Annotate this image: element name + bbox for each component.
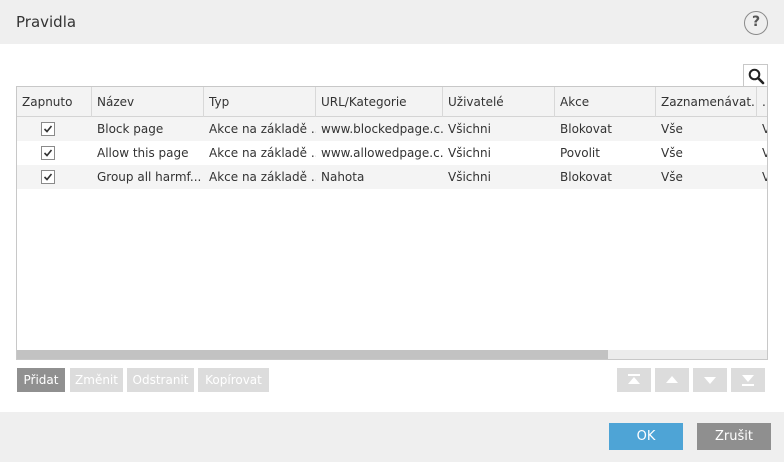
column-header-enabled[interactable]: Zapnuto — [17, 87, 92, 117]
move-up-icon — [666, 376, 678, 383]
add-button[interactable]: Přidat — [17, 368, 65, 392]
cell-type: Akce na základě ... — [209, 122, 316, 136]
table-row[interactable]: Group all harmf... Akce na základě ... N… — [17, 165, 767, 189]
column-header-more[interactable]: ... — [757, 87, 767, 117]
table-row[interactable]: Block page Akce na základě ... www.block… — [17, 117, 767, 141]
table-row[interactable]: Allow this page Akce na základě ... www.… — [17, 141, 767, 165]
horizontal-scrollbar[interactable] — [17, 350, 767, 359]
cell-users: Všichni — [448, 122, 491, 136]
move-top-icon — [628, 374, 640, 384]
move-down-button[interactable] — [693, 368, 727, 392]
title-bar: Pravidla ? — [0, 0, 784, 44]
dialog-footer: OK Zrušit — [0, 412, 784, 462]
enabled-checkbox[interactable] — [41, 170, 55, 184]
cell-name: Group all harmf... — [97, 170, 202, 184]
cell-extra: V — [757, 165, 767, 189]
cell-name: Block page — [97, 122, 164, 136]
cell-url: www.allowedpage.c... — [321, 146, 443, 160]
cell-log: Vše — [661, 170, 683, 184]
cell-log: Vše — [661, 146, 683, 160]
column-header-type[interactable]: Typ — [204, 87, 316, 117]
move-top-button[interactable] — [617, 368, 651, 392]
move-up-button[interactable] — [655, 368, 689, 392]
checkmark-icon — [43, 149, 53, 157]
cell-action: Povolit — [560, 146, 600, 160]
column-header-action[interactable]: Akce — [555, 87, 656, 117]
column-header-log[interactable]: Zaznamenávat... — [656, 87, 757, 117]
help-button[interactable]: ? — [744, 11, 768, 35]
table-header: Zapnuto Název Typ URL/Kategorie Uživatel… — [17, 87, 767, 117]
window-title: Pravidla — [16, 13, 77, 31]
move-bottom-button[interactable] — [731, 368, 765, 392]
cell-extra: V — [757, 117, 767, 141]
remove-button[interactable]: Odstranit — [127, 368, 194, 392]
rules-table: Zapnuto Název Typ URL/Kategorie Uživatel… — [16, 86, 768, 360]
cell-name: Allow this page — [97, 146, 189, 160]
move-down-icon — [704, 377, 716, 384]
search-icon — [748, 68, 765, 85]
copy-button[interactable]: Kopírovat — [198, 368, 269, 392]
column-header-url[interactable]: URL/Kategorie — [316, 87, 443, 117]
column-header-users[interactable]: Uživatelé — [443, 87, 555, 117]
cell-url: www.blockedpage.c... — [321, 122, 443, 136]
cancel-button[interactable]: Zrušit — [697, 423, 771, 450]
cell-users: Všichni — [448, 146, 491, 160]
edit-button[interactable]: Změnit — [70, 368, 123, 392]
ok-button[interactable]: OK — [609, 423, 683, 450]
cell-type: Akce na základě ... — [209, 146, 316, 160]
search-button[interactable] — [743, 64, 768, 87]
cell-extra: V — [757, 141, 767, 165]
scrollbar-thumb[interactable] — [17, 350, 608, 359]
cell-users: Všichni — [448, 170, 491, 184]
cell-type: Akce na základě ... — [209, 170, 316, 184]
table-body: Block page Akce na základě ... www.block… — [17, 117, 767, 189]
enabled-checkbox[interactable] — [41, 146, 55, 160]
checkmark-icon — [43, 173, 53, 181]
cell-log: Vše — [661, 122, 683, 136]
cell-action: Blokovat — [560, 170, 612, 184]
checkmark-icon — [43, 125, 53, 133]
enabled-checkbox[interactable] — [41, 122, 55, 136]
cell-action: Blokovat — [560, 122, 612, 136]
move-bottom-icon — [742, 375, 754, 386]
cell-url: Nahota — [321, 170, 365, 184]
column-header-name[interactable]: Název — [92, 87, 204, 117]
